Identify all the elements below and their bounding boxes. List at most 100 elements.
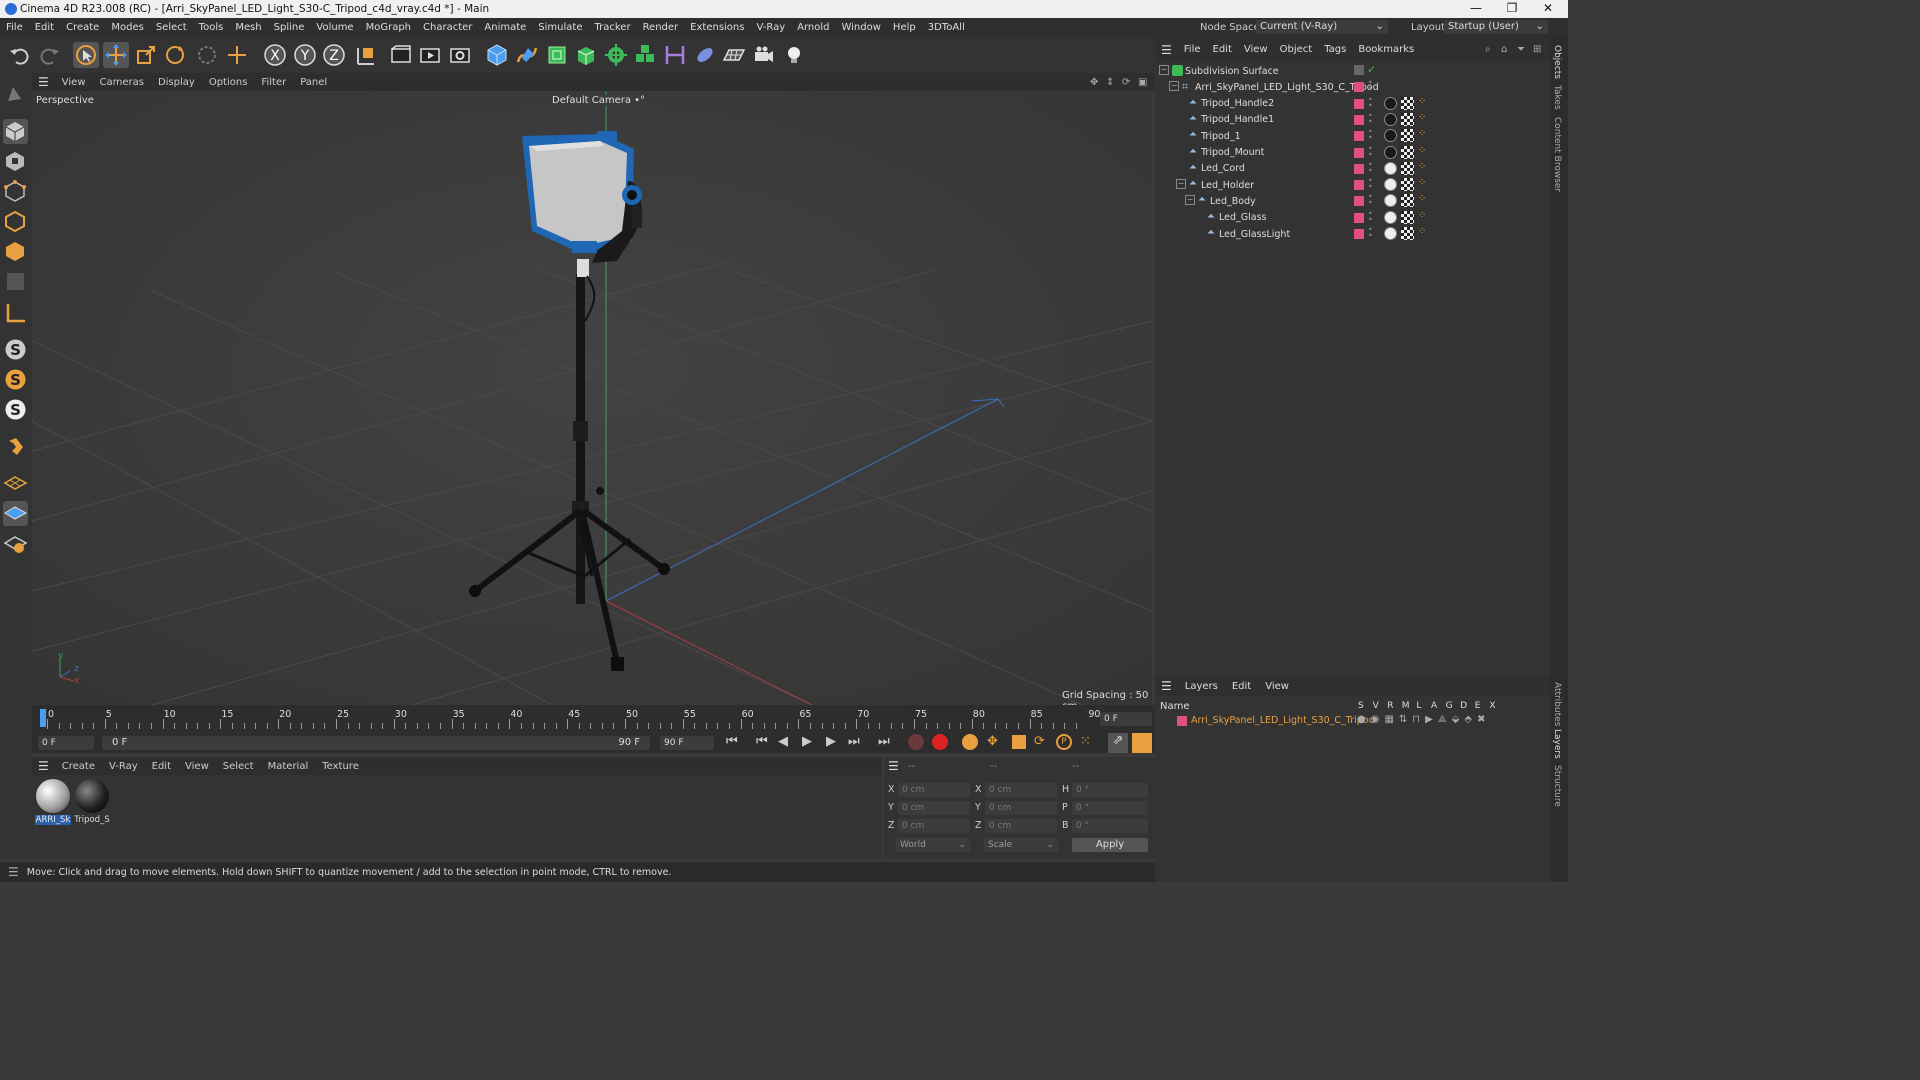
go-to-start-button[interactable]: ⏮ — [726, 734, 738, 749]
timeline-ruler[interactable]: 0 5 10 15 20 25 30 35 40 45 50 55 60 65 70 75 80 85 90 0 F — [32, 705, 1155, 733]
light-button[interactable] — [781, 42, 807, 68]
transform-tool-button[interactable] — [224, 42, 250, 68]
side-tab-content-browser[interactable]: Content Browser — [1552, 117, 1562, 192]
texture-tag-icon[interactable] — [1401, 161, 1414, 175]
rot-b-field[interactable]: 0 ° — [1072, 819, 1148, 833]
layer-color-icon[interactable] — [1354, 212, 1364, 223]
size-y-field[interactable]: 0 cm — [985, 801, 1057, 815]
viewport-menu-panel[interactable]: Panel — [293, 77, 334, 88]
render-to-picture-viewer-button[interactable] — [417, 42, 443, 68]
next-frame-button[interactable]: ▶ — [826, 734, 836, 749]
autokey-button[interactable] — [932, 734, 948, 750]
menu-simulate[interactable]: Simulate — [532, 22, 588, 33]
hamburger-icon[interactable]: ☰ — [32, 759, 55, 773]
start-frame-field[interactable]: 0 F — [38, 736, 94, 750]
material-swatch-tripod[interactable]: Tripod_S — [74, 779, 110, 827]
texture-mode-button[interactable] — [3, 149, 28, 174]
side-tab-takes[interactable]: Takes — [1552, 85, 1562, 110]
check-icon[interactable]: ✓ — [1367, 63, 1376, 76]
extrude-button[interactable] — [573, 42, 599, 68]
rot-h-field[interactable]: 0 ° — [1072, 783, 1148, 797]
collapse-icon[interactable]: − — [1185, 195, 1195, 206]
vray-tag-icon[interactable]: ⁘ — [1418, 177, 1426, 188]
layer-color-icon[interactable] — [1354, 82, 1364, 92]
menu-render[interactable]: Render — [637, 22, 685, 33]
object-menu-edit[interactable]: Edit — [1207, 44, 1238, 55]
points-mode-button[interactable] — [3, 179, 28, 204]
material-menu-edit[interactable]: Edit — [145, 761, 178, 772]
material-menu-vray[interactable]: V-Ray — [102, 761, 145, 772]
new-panel-icon[interactable]: ⊞ — [1533, 44, 1541, 55]
previous-frame-button[interactable]: ◀ — [778, 734, 788, 749]
side-tab-structure[interactable]: Structure — [1552, 765, 1562, 807]
render-settings-button[interactable] — [447, 42, 473, 68]
close-button[interactable]: ✕ — [1530, 0, 1566, 18]
visibility-dots-icon[interactable]: • • — [1368, 128, 1373, 142]
menu-modes[interactable]: Modes — [105, 22, 149, 33]
texture-tag-icon[interactable] — [1401, 129, 1414, 143]
visibility-dots-icon[interactable]: • • — [1368, 95, 1373, 109]
search-icon[interactable]: ⌕ — [1485, 44, 1491, 55]
pos-z-field[interactable]: 0 cm — [898, 819, 970, 833]
texture-tag-icon[interactable] — [1401, 145, 1414, 159]
viewport-menu-cameras[interactable]: Cameras — [93, 77, 151, 88]
spline-pen-button[interactable] — [514, 42, 540, 68]
render-view-button[interactable] — [388, 42, 414, 68]
rotate-tool-button[interactable] — [162, 42, 188, 68]
uv-mode-button[interactable] — [3, 269, 28, 294]
object-row[interactable]: − ⏶ Led_Body • • ⁘ — [1155, 193, 1550, 209]
viewport-maximize-icon[interactable]: ▣ — [1138, 77, 1147, 88]
previous-key-button[interactable]: ⏮ — [756, 734, 768, 749]
layer-color-icon[interactable] — [1354, 147, 1364, 158]
material-tag-icon[interactable] — [1384, 194, 1397, 208]
object-row[interactable]: ⏶ Tripod_1 • • ⁘ — [1155, 128, 1550, 144]
viewport-menu-options[interactable]: Options — [202, 77, 255, 88]
hamburger-icon[interactable]: ☰ — [1155, 43, 1178, 57]
layer-flags-icons[interactable]: ●◉▦⇅⊓▶⟁⬙⬘✖ — [1357, 714, 1490, 725]
redo-button[interactable] — [36, 42, 62, 68]
motion-system-icon[interactable]: ⇗ — [1108, 733, 1128, 753]
end-frame-field[interactable]: 90 F — [660, 736, 714, 750]
live-selection-button[interactable] — [194, 42, 220, 68]
key-pla-icon[interactable]: ⁙ — [1080, 734, 1091, 749]
collapse-icon[interactable]: − — [1169, 81, 1179, 91]
key-parameter-icon[interactable]: P — [1056, 734, 1072, 750]
field-button[interactable] — [692, 42, 718, 68]
menu-character[interactable]: Character — [417, 22, 478, 33]
polygons-mode-button[interactable] — [3, 239, 28, 264]
menu-animate[interactable]: Animate — [478, 22, 532, 33]
visibility-dots-icon[interactable]: • • — [1368, 111, 1373, 125]
object-row[interactable]: ⏶ Led_Glass • • ⁘ — [1155, 209, 1550, 226]
quantize-button[interactable]: S — [3, 397, 28, 422]
layer-row[interactable]: Arri_SkyPanel_LED_Light_S30_C_Tripod ●◉▦… — [1155, 714, 1550, 728]
viewport-rotate-icon[interactable]: ⟳ — [1122, 77, 1130, 88]
object-row[interactable]: − ⌗ Arri_SkyPanel_LED_Light_S30_C_Tripod… — [1155, 79, 1550, 95]
side-tab-objects[interactable]: Objects — [1552, 45, 1562, 79]
side-tab-layers[interactable]: Layers — [1552, 729, 1562, 759]
camera-label[interactable]: Default Camera •° — [552, 95, 646, 106]
vray-tag-icon[interactable]: ⁘ — [1418, 161, 1426, 172]
layer-color-swatch[interactable] — [1177, 716, 1187, 726]
material-tag-icon[interactable] — [1384, 129, 1397, 143]
vray-tag-icon[interactable]: ⁘ — [1418, 210, 1426, 221]
z-axis-lock-button[interactable]: Z — [321, 42, 347, 68]
object-menu-tags[interactable]: Tags — [1318, 44, 1352, 55]
menu-tracker[interactable]: Tracker — [588, 22, 636, 33]
material-menu-select[interactable]: Select — [216, 761, 261, 772]
menu-window[interactable]: Window — [835, 22, 886, 33]
menu-help[interactable]: Help — [887, 22, 922, 33]
floor-environment-button[interactable] — [721, 42, 747, 68]
coordinate-system-button[interactable] — [352, 42, 378, 68]
layer-color-icon[interactable] — [1354, 180, 1364, 191]
apply-button[interactable]: Apply — [1072, 838, 1148, 852]
layout-dropdown[interactable]: Startup (User) ⌄ — [1444, 20, 1548, 34]
layer-color-icon[interactable] — [1354, 131, 1364, 142]
viewport-menu-filter[interactable]: Filter — [254, 77, 293, 88]
menu-volume[interactable]: Volume — [310, 22, 359, 33]
visibility-dots-icon[interactable]: • • — [1368, 160, 1373, 174]
menu-mograph[interactable]: MoGraph — [360, 22, 417, 33]
minimize-button[interactable]: — — [1458, 0, 1494, 18]
material-menu-material[interactable]: Material — [261, 761, 316, 772]
y-axis-lock-button[interactable]: Y — [292, 42, 318, 68]
hamburger-icon[interactable]: ☰ — [0, 865, 27, 879]
